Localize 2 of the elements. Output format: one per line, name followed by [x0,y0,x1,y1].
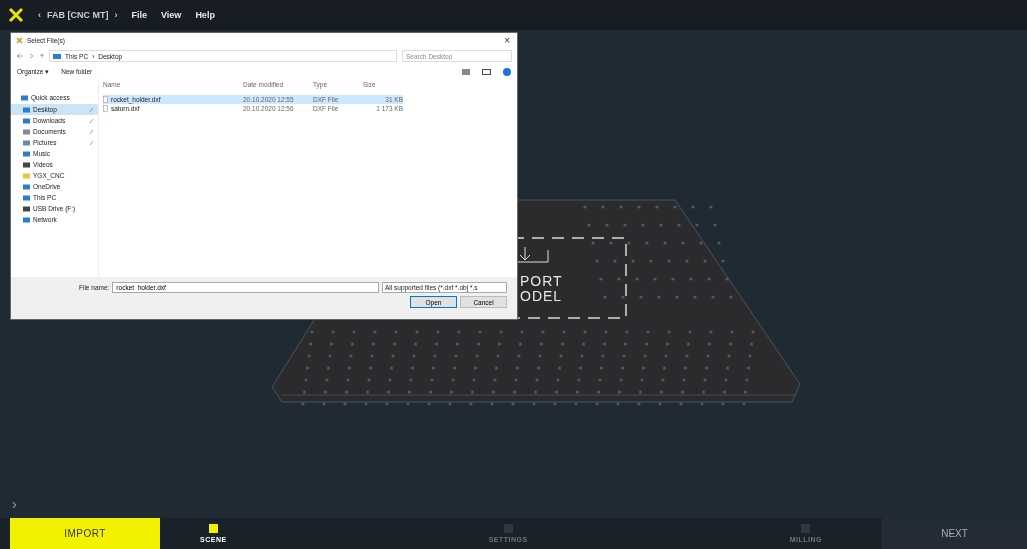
dropzone-text: PORT [520,274,563,289]
dropzone-text: ODEL [520,289,563,304]
